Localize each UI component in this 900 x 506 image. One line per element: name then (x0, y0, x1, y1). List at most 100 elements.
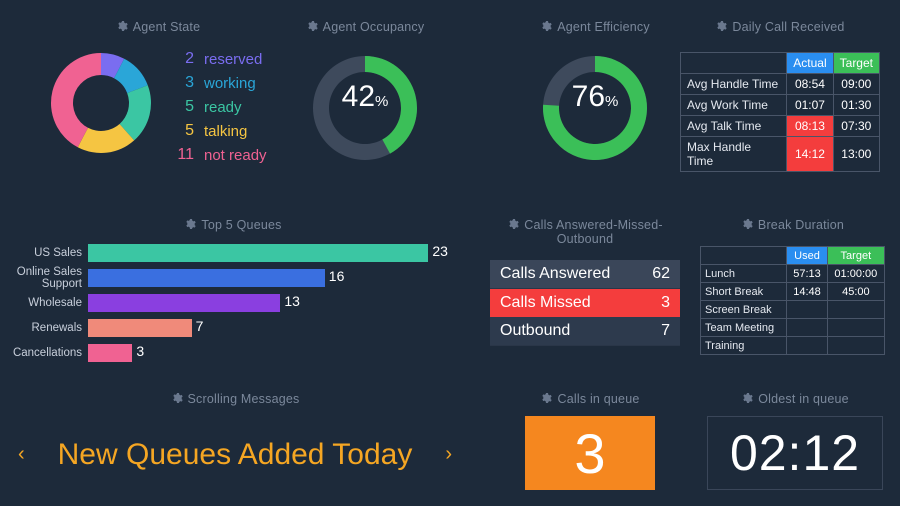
break-duration-widget: Break Duration Used Target Lunch57:1301:… (700, 218, 885, 355)
amo-row: Calls Answered 62 (490, 260, 680, 289)
table-row: Screen Break (701, 301, 885, 319)
bar-category: Renewals (8, 322, 88, 334)
table-row: Lunch57:1301:00:00 (701, 265, 885, 283)
chevron-left-icon[interactable]: ‹ (10, 443, 33, 466)
scrolling-messages-widget: Scrolling Messages ‹ New Queues Added To… (10, 392, 460, 494)
metric-target: 07:30 (833, 116, 879, 137)
bar-row: Renewals 7 (8, 317, 458, 338)
bar-value: 7 (192, 318, 204, 334)
legend-row: 3 working (170, 74, 267, 92)
gear-icon (540, 392, 552, 404)
bar-fill (88, 319, 192, 337)
legend-label: reserved (204, 51, 262, 68)
gear-icon (540, 20, 552, 32)
scroll-title: Scrolling Messages (10, 392, 460, 406)
table-row: Short Break14:4845:00 (701, 283, 885, 301)
th-actual: Actual (787, 53, 833, 74)
table-row: Max Handle Time14:1213:00 (681, 137, 880, 172)
amo-value: 3 (661, 294, 670, 312)
gear-icon (741, 218, 753, 230)
gear-icon (184, 218, 196, 230)
metric-label: Avg Handle Time (681, 74, 787, 95)
daily-call-title: Daily Call Received (680, 20, 880, 34)
bar-row: Wholesale13 (8, 292, 458, 313)
break-target (827, 301, 884, 319)
legend-count: 3 (170, 74, 194, 92)
bar-fill (88, 344, 132, 362)
legend-count: 11 (170, 146, 194, 164)
agent-occupancy-widget: Agent Occupancy 42% (280, 20, 450, 200)
metric-target: 13:00 (833, 137, 879, 172)
agent-efficiency-widget: Agent Efficiency 76% (510, 20, 680, 200)
break-target (827, 337, 884, 355)
oiq-title: Oldest in queue (700, 392, 890, 406)
amo-row: Calls Missed3 (490, 289, 680, 317)
break-used (787, 319, 827, 337)
bar-track: 16 (88, 269, 458, 287)
table-row: Team Meeting (701, 319, 885, 337)
th-empty (681, 53, 787, 74)
bar-value: 16 (325, 268, 345, 284)
table-row: Avg Talk Time08:1307:30 (681, 116, 880, 137)
chevron-right-icon[interactable]: › (437, 443, 460, 466)
break-target (827, 319, 884, 337)
break-target: 45:00 (827, 283, 884, 301)
agent-state-title-text: Agent State (133, 20, 201, 34)
break-used (787, 337, 827, 355)
oldest-in-queue-widget: Oldest in queue 02:12 (700, 392, 890, 490)
metric-target: 09:00 (833, 74, 879, 95)
agent-efficiency-number: 76 (572, 80, 605, 113)
table-row: Avg Handle Time08:5409:00 (681, 74, 880, 95)
break-label: Short Break (701, 283, 787, 301)
break-table: Used Target Lunch57:1301:00:00Short Brea… (700, 246, 885, 355)
amo-title-text: Calls Answered-Missed-Outbound (524, 218, 662, 246)
metric-actual: 08:54 (787, 74, 833, 95)
amo-label: Calls Answered (500, 265, 610, 283)
gear-icon (171, 392, 183, 404)
bar-category: US Sales (8, 247, 88, 259)
daily-call-table: Actual Target Avg Handle Time08:5409:00A… (680, 52, 880, 172)
top5-bars: US Sales23 Online Sales Support16 Wholesal… (8, 242, 458, 363)
legend-row: 2reserved (170, 50, 267, 68)
metric-actual: 14:12 (787, 137, 833, 172)
bar-category: Cancellations (8, 347, 88, 359)
bar-value: 3 (132, 343, 144, 359)
gear-icon (116, 20, 128, 32)
bar-fill (88, 269, 325, 287)
break-used: 14:48 (787, 283, 827, 301)
th-target: Target (827, 247, 884, 265)
scroll-body: ‹ New Queues Added Today › (10, 414, 460, 494)
ciq-title-text: Calls in queue (557, 392, 639, 406)
top5-title: Top 5 Queues (8, 218, 458, 232)
ciq-title: Calls in queue (500, 392, 680, 406)
agent-efficiency-title-text: Agent Efficiency (557, 20, 650, 34)
bar-row: Online Sales Support16 (8, 267, 458, 288)
legend-count: 5 (170, 122, 194, 140)
metric-actual: 08:13 (787, 116, 833, 137)
bar-track: 7 (88, 319, 458, 337)
table-row: Avg Work Time01:0701:30 (681, 95, 880, 116)
table-header-row: Used Target (701, 247, 885, 265)
bar-row: US Sales23 (8, 242, 458, 263)
daily-call-received-widget: Daily Call Received Actual Target Avg Ha… (680, 20, 880, 172)
calls-in-queue-value: 3 (525, 416, 655, 490)
agent-state-legend: 2reserved3working5ready5talking11not rea… (170, 50, 267, 170)
break-label: Team Meeting (701, 319, 787, 337)
agent-state-donut (46, 48, 156, 161)
daily-call-title-text: Daily Call Received (732, 20, 844, 34)
legend-label: working (204, 75, 256, 92)
th-empty (701, 247, 787, 265)
bar-fill (88, 294, 280, 312)
bar-fill (88, 244, 428, 262)
oiq-title-text: Oldest in queue (758, 392, 849, 406)
agent-state-title: Agent State (48, 20, 268, 34)
metric-actual: 01:07 (787, 95, 833, 116)
break-label: Training (701, 337, 787, 355)
legend-count: 5 (170, 98, 194, 116)
break-title-text: Break Duration (758, 218, 844, 232)
amo-value: 62 (652, 265, 670, 283)
bar-category: Wholesale (8, 297, 88, 309)
break-label: Lunch (701, 265, 787, 283)
pct-sign: % (605, 93, 618, 110)
table-header-row: Actual Target (681, 53, 880, 74)
